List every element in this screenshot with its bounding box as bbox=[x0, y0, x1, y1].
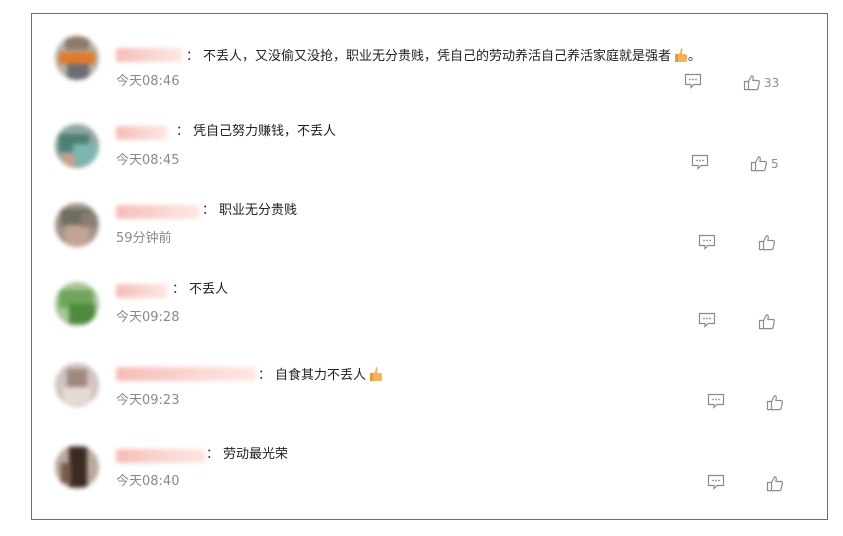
username[interactable] bbox=[116, 126, 168, 140]
thumbs-up-icon bbox=[766, 476, 783, 492]
comment-item: ：不丢人，又没偷又没抢，职业无分贵贱，凭自己的劳动养活自己养活家庭就是强者。 今… bbox=[32, 32, 827, 102]
like-button[interactable] bbox=[766, 394, 784, 411]
reply-button[interactable] bbox=[691, 154, 709, 170]
comment-item: ：不丢人 今天09:28 bbox=[32, 276, 827, 346]
like-button[interactable] bbox=[766, 475, 784, 492]
username[interactable] bbox=[116, 284, 168, 298]
like-button[interactable]: 33 bbox=[743, 74, 779, 91]
username[interactable] bbox=[116, 449, 206, 463]
reply-button[interactable] bbox=[684, 73, 702, 89]
thumbs-up-icon bbox=[758, 235, 775, 251]
timestamp: 今天08:40 bbox=[116, 474, 180, 489]
avatar[interactable] bbox=[55, 282, 99, 326]
comment-text: ：自食其力不丢人 bbox=[258, 366, 383, 384]
thumbs-up-icon bbox=[750, 156, 767, 172]
avatar[interactable] bbox=[55, 124, 99, 168]
comment-item: ：自食其力不丢人 今天09:23 bbox=[32, 357, 827, 427]
timestamp: 今天09:28 bbox=[116, 310, 180, 325]
timestamp: 今天09:23 bbox=[116, 393, 180, 408]
thumbs-up-icon bbox=[743, 75, 760, 91]
like-count: 33 bbox=[764, 75, 780, 90]
thumbs-up-icon bbox=[758, 314, 775, 330]
comment-icon bbox=[707, 393, 725, 409]
avatar[interactable] bbox=[55, 203, 99, 247]
comment-text: ：不丢人，又没偷又没抢，职业无分贵贱，凭自己的劳动养活自己养活家庭就是强者。 bbox=[186, 48, 702, 64]
comment-list: ：不丢人，又没偷又没抢，职业无分贵贱，凭自己的劳动养活自己养活家庭就是强者。 今… bbox=[31, 13, 828, 520]
thumbs-up-emoji bbox=[370, 367, 383, 381]
like-button[interactable] bbox=[758, 234, 776, 251]
reply-button[interactable] bbox=[698, 234, 716, 250]
reply-button[interactable] bbox=[707, 393, 725, 409]
like-button[interactable]: 5 bbox=[750, 155, 779, 172]
comment-item: ：凭自己努力赚钱，不丢人 今天08:45 5 bbox=[32, 118, 827, 188]
reply-button[interactable] bbox=[707, 474, 725, 490]
comment-text: ：凭自己努力赚钱，不丢人 bbox=[176, 124, 337, 139]
username[interactable] bbox=[116, 367, 256, 381]
comment-icon bbox=[698, 234, 716, 250]
avatar[interactable] bbox=[55, 363, 99, 407]
like-count: 5 bbox=[771, 156, 779, 171]
comment-icon bbox=[698, 312, 716, 328]
comment-text: ：劳动最光荣 bbox=[206, 447, 289, 462]
comment-text: ：职业无分贵贱 bbox=[202, 203, 298, 218]
comment-item: ：劳动最光荣 今天08:40 bbox=[32, 439, 827, 509]
comment-icon bbox=[691, 154, 709, 170]
avatar[interactable] bbox=[55, 36, 99, 80]
thumbs-up-emoji bbox=[675, 48, 688, 62]
comment-text: ：不丢人 bbox=[172, 282, 229, 297]
like-button[interactable] bbox=[758, 313, 776, 330]
comment-icon bbox=[707, 474, 725, 490]
username[interactable] bbox=[116, 48, 182, 62]
reply-button[interactable] bbox=[698, 312, 716, 328]
comment-item: ：职业无分贵贱 59分钟前 bbox=[32, 197, 827, 267]
comment-icon bbox=[684, 73, 702, 89]
username[interactable] bbox=[116, 205, 200, 219]
timestamp: 今天08:46 bbox=[116, 74, 180, 89]
thumbs-up-icon bbox=[766, 395, 783, 411]
avatar[interactable] bbox=[55, 445, 99, 489]
timestamp: 今天08:45 bbox=[116, 153, 180, 168]
timestamp: 59分钟前 bbox=[116, 231, 172, 246]
